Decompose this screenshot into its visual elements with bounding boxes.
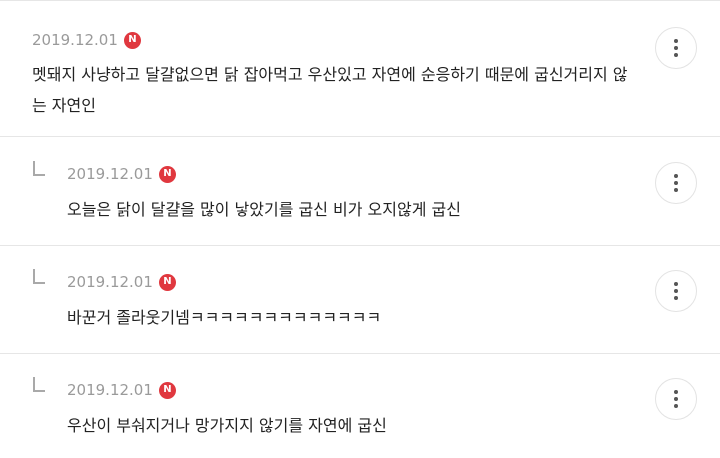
comment-date: 2019.12.01	[32, 31, 118, 49]
comment-date: 2019.12.01	[67, 273, 153, 291]
more-dots-icon-part	[674, 296, 678, 300]
comment-text: 멧돼지 사냥하고 달걀없으면 닭 잡아먹고 우산있고 자연에 순응하기 때문에 …	[32, 65, 628, 115]
comment-meta: 2019.12.01 N	[32, 30, 141, 50]
more-dots-icon-part	[674, 53, 678, 57]
more-options-button[interactable]	[655, 162, 697, 204]
more-options-button[interactable]	[655, 27, 697, 69]
reply-arrow-icon	[33, 161, 45, 176]
reply-arrow-icon	[33, 269, 45, 284]
reply-item: 2019.12.01 N 오늘은 닭이 달걀을 많이 낳았기를 굽신 비가 오지…	[0, 137, 720, 246]
reply-arrow-icon	[33, 377, 45, 392]
more-options-button[interactable]	[655, 270, 697, 312]
more-dots-icon-part	[674, 404, 678, 408]
comment-meta: 2019.12.01 N	[67, 380, 176, 400]
comment-date: 2019.12.01	[67, 165, 153, 183]
more-dots-icon	[674, 174, 678, 178]
more-dots-icon-part	[674, 46, 678, 50]
reply-item: 2019.12.01 N 바꾼거 졸라웃기넴ㅋㅋㅋㅋㅋㅋㅋㅋㅋㅋㅋㅋㅋ	[0, 246, 720, 354]
new-badge: N	[158, 165, 176, 183]
comment-meta: 2019.12.01 N	[67, 164, 176, 184]
reply-item: 2019.12.01 N 우산이 부숴지거나 망가지지 않기를 자연에 굽신	[0, 354, 720, 458]
more-dots-icon-part	[674, 289, 678, 293]
comment-item: 2019.12.01 N 멧돼지 사냥하고 달걀없으면 닭 잡아먹고 우산있고 …	[0, 1, 720, 137]
new-badge: N	[123, 31, 141, 49]
more-dots-icon	[674, 390, 678, 394]
comment-text: 바꾼거 졸라웃기넴ㅋㅋㅋㅋㅋㅋㅋㅋㅋㅋㅋㅋㅋ	[67, 308, 382, 327]
new-badge: N	[158, 273, 176, 291]
comment-meta: 2019.12.01 N	[67, 272, 176, 292]
comment-text: 오늘은 닭이 달걀을 많이 낳았기를 굽신 비가 오지않게 굽신	[67, 200, 461, 219]
comment-date: 2019.12.01	[67, 381, 153, 399]
more-dots-icon	[674, 39, 678, 43]
new-badge: N	[158, 381, 176, 399]
comment-text: 우산이 부숴지거나 망가지지 않기를 자연에 굽신	[67, 416, 387, 435]
more-dots-icon-part	[674, 181, 678, 185]
more-dots-icon-part	[674, 397, 678, 401]
more-dots-icon	[674, 282, 678, 286]
more-options-button[interactable]	[655, 378, 697, 420]
more-dots-icon-part	[674, 188, 678, 192]
